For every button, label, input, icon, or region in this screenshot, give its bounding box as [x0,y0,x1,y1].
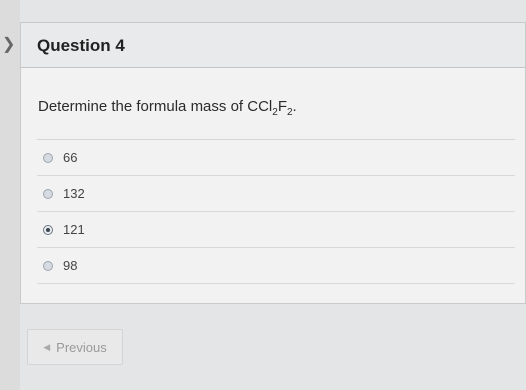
prompt-text: F [277,98,287,115]
answer-option[interactable]: 121 [37,212,515,248]
chevron-right-icon[interactable]: ❯ [2,34,15,54]
previous-label: Previous [56,339,107,355]
radio-button-selected[interactable] [43,224,53,235]
answer-option[interactable]: 132 [37,176,515,212]
question-prompt: Determine the formula mass of CCl2F2. [38,98,297,118]
answer-label: 132 [63,186,85,201]
answer-list: 66 132 121 98 [37,140,515,284]
answer-option[interactable]: 66 [37,140,515,176]
triangle-left-icon: ◀ [43,341,51,352]
question-title: Question 4 [37,36,125,55]
answer-option[interactable]: 98 [37,248,515,284]
radio-button[interactable] [43,152,53,163]
answer-label: 121 [63,222,85,237]
left-nav-strip: ❯ [0,0,20,390]
question-panel: Question 4 Determine the formula mass of… [20,22,526,304]
previous-button[interactable]: ◀ Previous [27,329,123,365]
radio-button[interactable] [43,260,53,271]
question-header: Question 4 [21,23,525,68]
answer-label: 66 [63,150,78,165]
prompt-text: Determine the formula mass of CCl [38,98,273,115]
prompt-text: . [292,98,297,115]
answer-label: 98 [63,258,78,273]
radio-button[interactable] [43,188,53,199]
